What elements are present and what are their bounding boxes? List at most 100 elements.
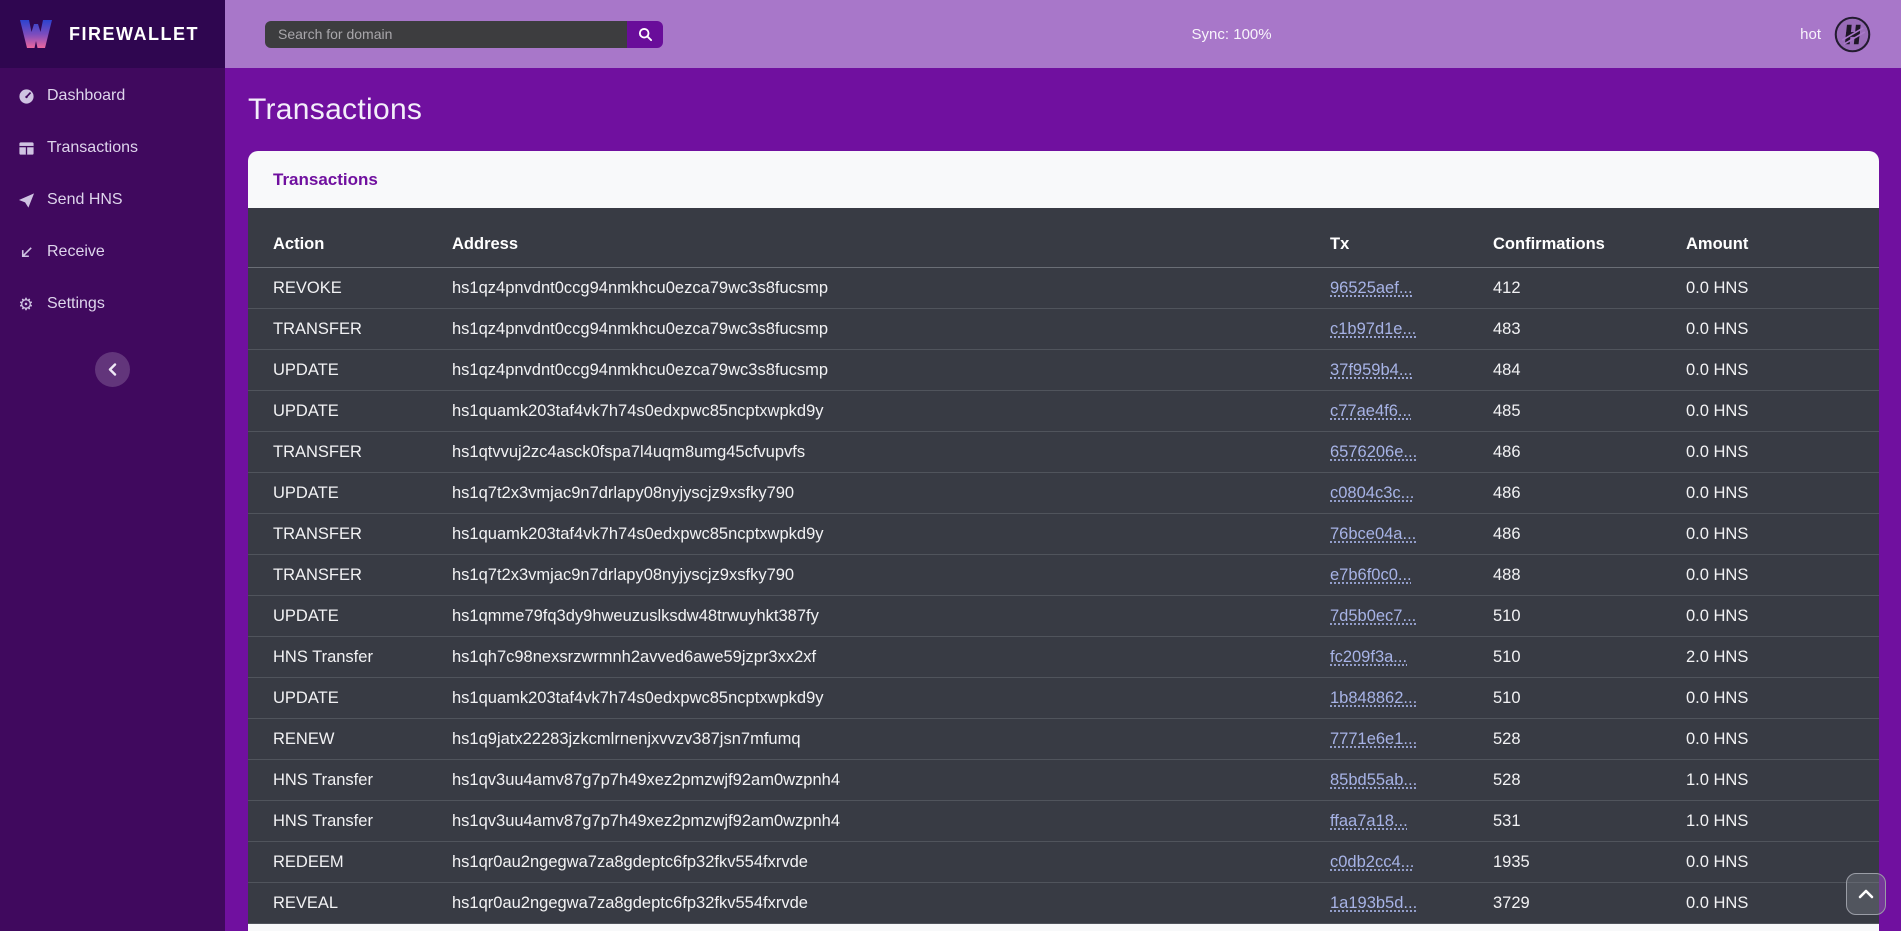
table-row: TRANSFER hs1qz4pnvdnt0ccg94nmkhcu0ezca79… [248, 309, 1879, 350]
tx-link[interactable]: 1b848862... [1330, 689, 1417, 707]
transactions-tbody: REVOKE hs1qz4pnvdnt0ccg94nmkhcu0ezca79wc… [248, 268, 1879, 924]
cell-address: hs1qmme79fq3dy9hweuzuslksdw48trwuyhkt387… [427, 596, 1305, 637]
sidebar-item-label: Dashboard [47, 87, 125, 105]
table-row: UPDATE hs1qz4pnvdnt0ccg94nmkhcu0ezca79wc… [248, 350, 1879, 391]
tx-link[interactable]: fc209f3a... [1330, 648, 1407, 666]
cell-tx: 1a193b5d... [1305, 883, 1468, 924]
cell-confirmations: 528 [1468, 760, 1661, 801]
table-row: REDEEM hs1qr0au2ngegwa7za8gdeptc6fp32fkv… [248, 842, 1879, 883]
cell-tx: c77ae4f6... [1305, 391, 1468, 432]
handshake-logo-icon[interactable] [1834, 16, 1871, 53]
cell-confirmations: 1935 [1468, 842, 1661, 883]
tx-link[interactable]: 37f959b4... [1330, 361, 1413, 379]
table-row: HNS Transfer hs1qh7c98nexsrzwrmnh2avved6… [248, 637, 1879, 678]
chevron-up-icon [1858, 889, 1874, 899]
tx-link[interactable]: c1b97d1e... [1330, 320, 1416, 338]
cell-amount: 0.0 HNS [1661, 555, 1879, 596]
main-content: Transactions Transactions Action Address… [225, 68, 1901, 931]
cell-address: hs1qv3uu4amv87g7p7h49xez2pmzwjf92am0wzpn… [427, 760, 1305, 801]
cell-tx: e7b6f0c0... [1305, 555, 1468, 596]
table-header-row: Action Address Tx Confirmations Amount [248, 208, 1879, 268]
tx-link[interactable]: c77ae4f6... [1330, 402, 1412, 420]
cell-action: HNS Transfer [248, 760, 427, 801]
cell-action: HNS Transfer [248, 801, 427, 842]
cell-tx: 7771e6e1... [1305, 719, 1468, 760]
cell-confirmations: 531 [1468, 801, 1661, 842]
cell-tx: 76bce04a... [1305, 514, 1468, 555]
column-header-tx: Tx [1305, 208, 1468, 268]
cell-confirmations: 484 [1468, 350, 1661, 391]
tx-link[interactable]: 85bd55ab... [1330, 771, 1417, 789]
cell-amount: 1.0 HNS [1661, 801, 1879, 842]
cell-amount: 0.0 HNS [1661, 678, 1879, 719]
sidebar-collapse-button[interactable] [95, 352, 130, 387]
cell-action: HNS Transfer [248, 637, 427, 678]
cell-tx: 85bd55ab... [1305, 760, 1468, 801]
cell-tx: c0804c3c... [1305, 473, 1468, 514]
cell-action: TRANSFER [248, 555, 427, 596]
column-header-amount: Amount [1661, 208, 1879, 268]
cell-confirmations: 412 [1468, 268, 1661, 309]
table-row: REVEAL hs1qr0au2ngegwa7za8gdeptc6fp32fkv… [248, 883, 1879, 924]
sidebar-item-label: Transactions [47, 139, 138, 157]
tx-link[interactable]: e7b6f0c0... [1330, 566, 1412, 584]
tx-link[interactable]: 7d5b0ec7... [1330, 607, 1416, 625]
tx-link[interactable]: ffaa7a18... [1330, 812, 1408, 830]
sidebar-item-dashboard[interactable]: Dashboard [0, 70, 225, 122]
cell-tx: 1b848862... [1305, 678, 1468, 719]
table-row: UPDATE hs1qmme79fq3dy9hweuzuslksdw48trwu… [248, 596, 1879, 637]
cell-action: UPDATE [248, 678, 427, 719]
tx-link[interactable]: 76bce04a... [1330, 525, 1416, 543]
transactions-table: Action Address Tx Confirmations Amount R… [248, 208, 1879, 924]
cell-amount: 0.0 HNS [1661, 842, 1879, 883]
table-row: TRANSFER hs1q7t2x3vmjac9n7drlapy08nyjysc… [248, 555, 1879, 596]
cell-action: UPDATE [248, 596, 427, 637]
transactions-card: Transactions Action Address Tx Confirmat… [248, 151, 1879, 931]
cell-address: hs1qv3uu4amv87g7p7h49xez2pmzwjf92am0wzpn… [427, 801, 1305, 842]
sidebar-item-settings[interactable]: ⚙ Settings [0, 278, 225, 330]
table-row: REVOKE hs1qz4pnvdnt0ccg94nmkhcu0ezca79wc… [248, 268, 1879, 309]
tx-link[interactable]: 6576206e... [1330, 443, 1417, 461]
cell-amount: 0.0 HNS [1661, 432, 1879, 473]
table-row: UPDATE hs1q7t2x3vmjac9n7drlapy08nyjyscjz… [248, 473, 1879, 514]
cell-address: hs1qz4pnvdnt0ccg94nmkhcu0ezca79wc3s8fucs… [427, 309, 1305, 350]
cell-action: UPDATE [248, 350, 427, 391]
sidebar-nav: Dashboard Transactions Send HNS Receive [0, 68, 225, 330]
sidebar-item-transactions[interactable]: Transactions [0, 122, 225, 174]
cell-address: hs1qr0au2ngegwa7za8gdeptc6fp32fkv554fxrv… [427, 842, 1305, 883]
cell-amount: 0.0 HNS [1661, 596, 1879, 637]
cell-address: hs1q7t2x3vmjac9n7drlapy08nyjyscjz9xsfky7… [427, 555, 1305, 596]
wallet-name: hot [1800, 26, 1821, 43]
brand: FIREWALLET [0, 0, 225, 68]
app-window: FIREWALLET Dashboard Transactions Send H… [0, 0, 1901, 931]
tx-link[interactable]: c0804c3c... [1330, 484, 1414, 502]
cell-address: hs1qr0au2ngegwa7za8gdeptc6fp32fkv554fxrv… [427, 883, 1305, 924]
search-input[interactable] [265, 21, 627, 48]
cell-action: RENEW [248, 719, 427, 760]
cell-action: REVEAL [248, 883, 427, 924]
tx-link[interactable]: 7771e6e1... [1330, 730, 1417, 748]
column-header-confirmations: Confirmations [1468, 208, 1661, 268]
sidebar-item-label: Receive [47, 243, 105, 261]
cell-action: REVOKE [248, 268, 427, 309]
domain-search [265, 21, 663, 48]
magnifier-icon [638, 27, 653, 42]
gear-icon: ⚙ [17, 296, 35, 313]
table-row: UPDATE hs1quamk203taf4vk7h74s0edxpwc85nc… [248, 391, 1879, 432]
tx-link[interactable]: 1a193b5d... [1330, 894, 1417, 912]
cell-amount: 0.0 HNS [1661, 719, 1879, 760]
cell-amount: 0.0 HNS [1661, 268, 1879, 309]
scroll-to-top-button[interactable] [1846, 873, 1886, 915]
table-icon [17, 140, 35, 157]
sidebar-item-receive[interactable]: Receive [0, 226, 225, 278]
receive-arrow-icon [17, 245, 35, 260]
search-button[interactable] [627, 21, 663, 48]
card-header: Transactions [248, 151, 1879, 208]
cell-amount: 0.0 HNS [1661, 514, 1879, 555]
tx-link[interactable]: c0db2cc4... [1330, 853, 1414, 871]
cell-amount: 1.0 HNS [1661, 760, 1879, 801]
tx-link[interactable]: 96525aef... [1330, 279, 1413, 297]
sidebar-item-send-hns[interactable]: Send HNS [0, 174, 225, 226]
cell-address: hs1qz4pnvdnt0ccg94nmkhcu0ezca79wc3s8fucs… [427, 350, 1305, 391]
cell-address: hs1q9jatx22283jzkcmlrnenjxvvzv387jsn7mfu… [427, 719, 1305, 760]
